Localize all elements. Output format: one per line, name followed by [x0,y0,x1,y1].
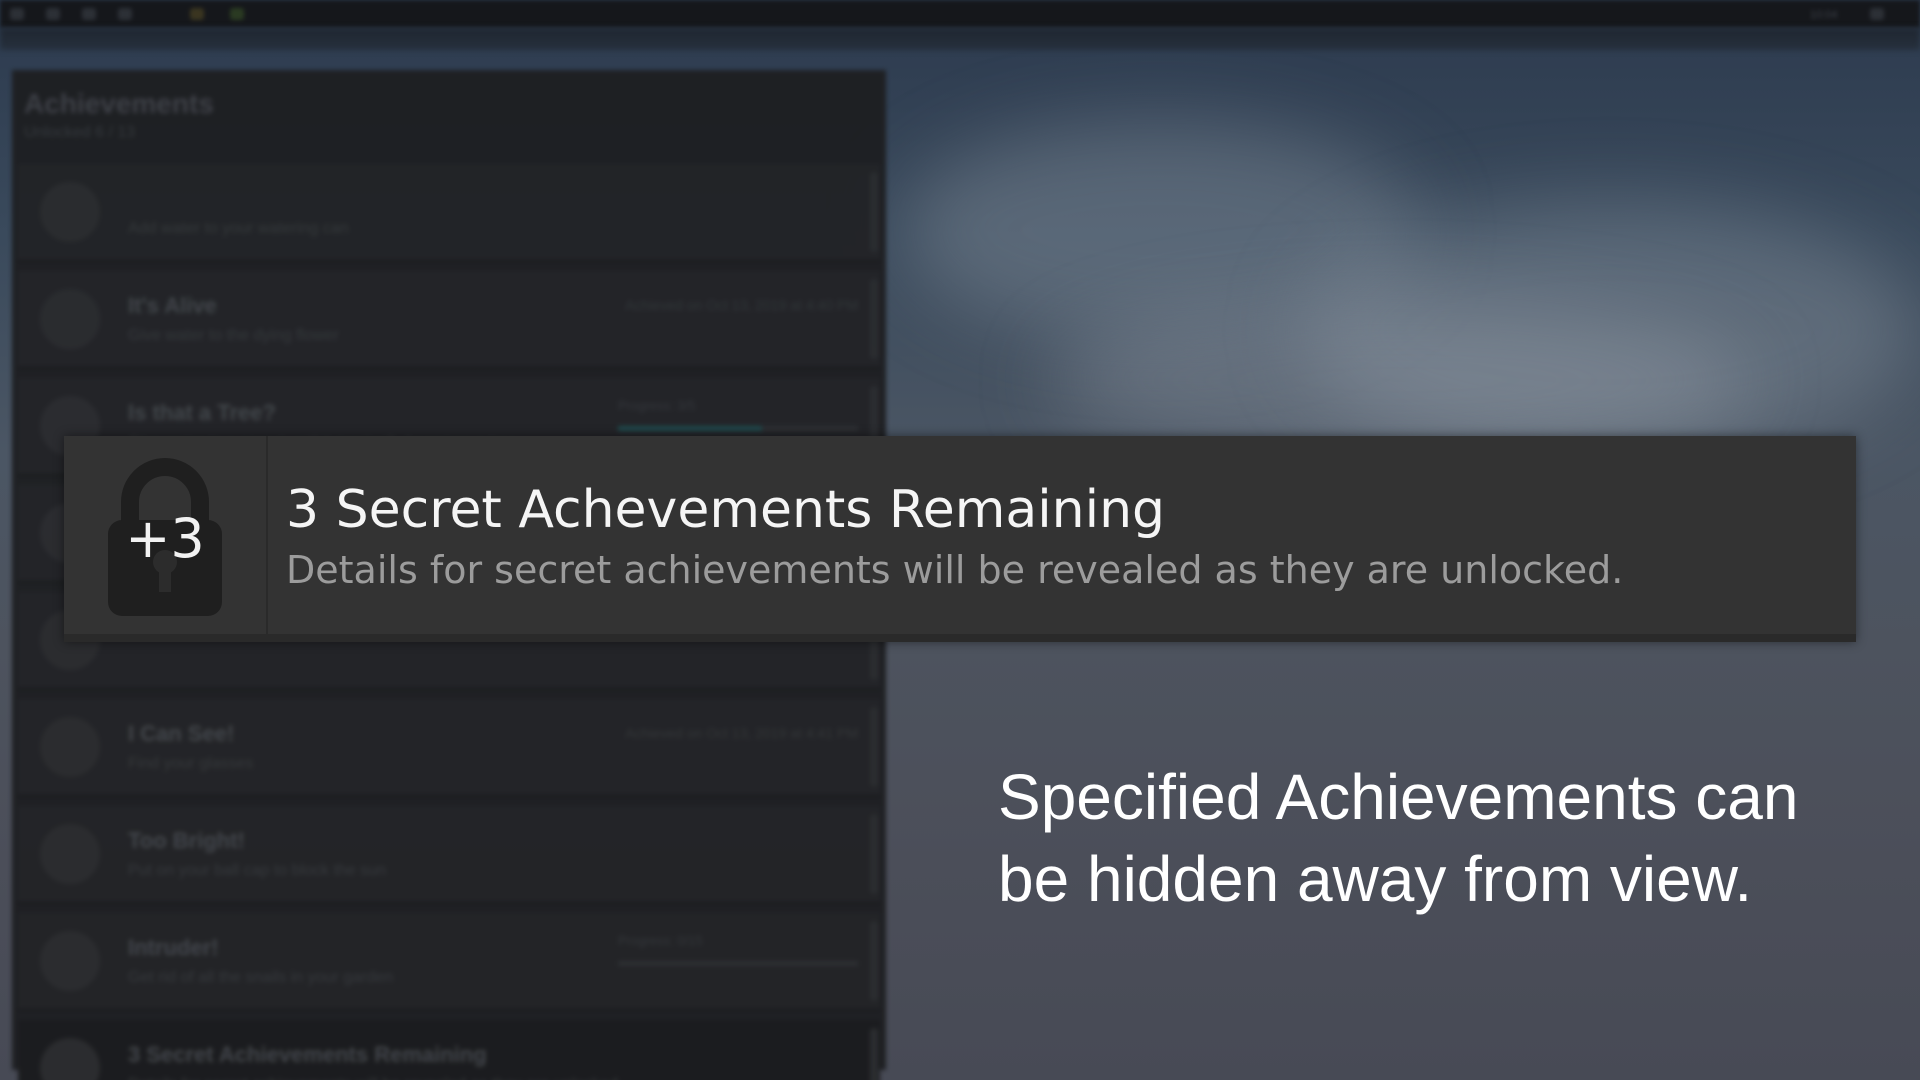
window-subtitle: Unlocked 6 / 13 [24,124,136,141]
row-scroll-indicator [870,814,878,894]
achievement-icon [40,931,100,991]
progress-bar [618,426,858,431]
secret-description: Details for secret achievements will be … [286,548,1624,592]
achievement-name: Is that a Tree? [128,400,276,425]
achievement-name: Too Bright! [128,828,245,853]
achievement-icon [40,182,100,242]
screen: 10:04 Achievements Unlocked 6 / 13 Add w… [0,0,1920,1080]
window-icon[interactable] [118,8,132,20]
system-top-bar: 10:04 [0,0,1920,28]
achievement-row[interactable]: Add water to your watering can [18,164,880,262]
achievement-row[interactable]: I Can See! Find your glasses Achieved on O… [18,699,880,797]
achievement-name: It's Alive [128,293,217,318]
window-title: Achievements [24,88,214,119]
clock-text: 10:04 [1810,9,1838,21]
achievement-row[interactable]: Intruder! Get rid of all the snails in yo… [18,913,880,1011]
achievement-description: Add water to your watering can [128,220,349,237]
achievement-description: Give water to the dying flower [128,327,339,344]
settings-icon[interactable] [82,8,96,20]
row-scroll-indicator [870,921,878,1001]
achievement-icon [40,1038,100,1080]
achievement-name: 3 Secret Achievements Remaining [128,1042,487,1067]
panel-bottom-border [64,634,1856,642]
tool-icon[interactable] [46,8,60,20]
achievement-progress: Progress: 0/15 [618,933,858,973]
row-scroll-indicator [870,1028,878,1080]
secret-count: +3 [125,507,205,570]
achievement-icon [40,717,100,777]
achievement-description: Put on your ball cap to block the sun [128,862,386,879]
achievement-date: Achieved on Oct 13, 2019 at 4:41 PM [625,725,858,741]
achievement-description: Find your glasses [128,755,254,772]
folder-icon[interactable] [190,8,204,20]
achievement-progress: Progress: 3/5 [618,398,858,438]
achievement-name: Intruder! [128,935,219,960]
progress-label: Progress: 0/15 [618,933,703,948]
achievement-row[interactable]: It's Alive Give water to the dying flower… [18,271,880,369]
achievement-date: Achieved on Oct 13, 2019 at 4:40 PM [625,297,858,313]
back-icon[interactable] [10,8,24,20]
achievement-row[interactable]: Too Bright! Put on your ball cap to block… [18,806,880,904]
row-scroll-indicator [870,707,878,787]
power-icon[interactable] [1870,8,1884,20]
achievement-icon [40,824,100,884]
app-icon[interactable] [230,8,244,20]
achievement-icon [40,289,100,349]
achievement-description: Details for secret achievements will be … [128,1076,622,1080]
row-scroll-indicator [870,279,878,359]
secret-achievements-panel: +3 3 Secret Achevements Remaining Detail… [64,436,1856,642]
tab-strip [0,28,1920,50]
progress-bar [618,961,858,966]
achievement-row[interactable]: 3 Secret Achievements Remaining Details f… [18,1020,880,1080]
achievement-description: Get rid of all the snails in your garden [128,969,394,986]
achievement-name: I Can See! [128,721,235,746]
caption-text: Specified Achievements can be hidden awa… [998,761,1799,915]
progress-label: Progress: 3/5 [618,398,696,413]
progress-fill [618,426,762,431]
secret-title: 3 Secret Achevements Remaining [286,480,1166,540]
row-scroll-indicator [870,172,878,252]
lock-box: +3 [64,436,268,642]
